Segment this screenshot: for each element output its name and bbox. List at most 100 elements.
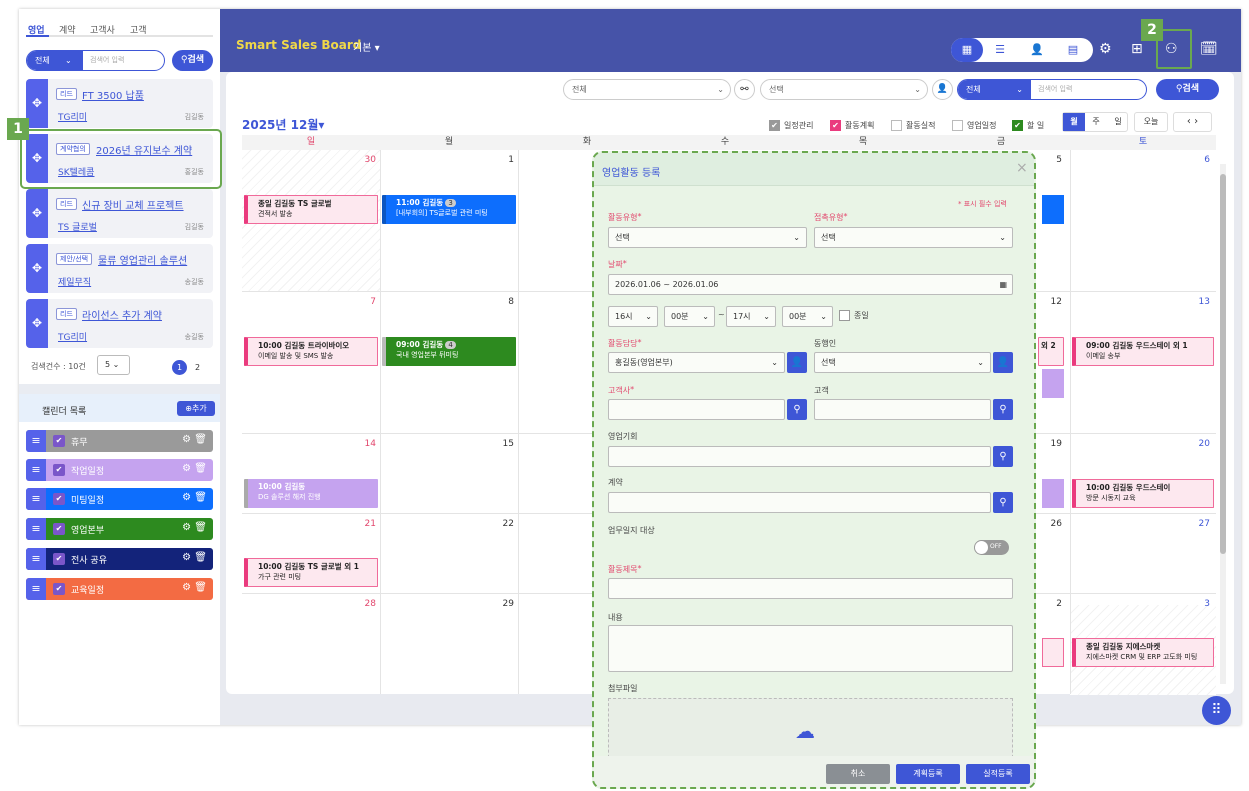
checkbox[interactable]: ✔ <box>53 464 65 476</box>
date-cell[interactable]: 19 <box>1042 439 1062 449</box>
lead-title[interactable]: 물류 영업관리 솔루션 <box>98 252 187 267</box>
checkbox[interactable]: ✔ <box>53 553 65 565</box>
date-cell[interactable]: 15 <box>494 439 514 449</box>
page-size-select[interactable]: 5 ⌄ <box>97 355 130 375</box>
min-from-select[interactable]: 00분 ⌄ <box>664 306 715 327</box>
close-icon[interactable]: × <box>1016 160 1028 176</box>
content-textarea[interactable] <box>608 625 1013 672</box>
date-cell[interactable]: 8 <box>494 297 514 307</box>
date-cell[interactable]: 29 <box>494 599 514 609</box>
checkbox[interactable]: ✔ <box>53 435 65 447</box>
filter-activity-plan[interactable]: ✔ 활동계획 <box>830 120 874 131</box>
owner-select[interactable]: 홍길동(영업본부) ⌄ <box>608 352 785 373</box>
checkbox[interactable]: ✔ <box>53 583 65 595</box>
lead-card[interactable]: ✥ 리드 FT 3500 납품 TG리미 김길동 <box>26 79 213 128</box>
event[interactable]: 10:00 김길동 DG 솔루션 해저 진행 <box>244 479 378 508</box>
user-icon[interactable]: 👤 <box>787 352 807 373</box>
today-button[interactable]: 오늘 <box>1134 112 1168 132</box>
date-cell[interactable]: 2 <box>1042 599 1062 609</box>
lead-company[interactable]: TG리미 <box>58 330 87 343</box>
scrollbar[interactable] <box>1220 164 1226 684</box>
date-cell[interactable]: 20 <box>1190 439 1210 449</box>
search-button[interactable]: ⚲검색 <box>172 50 213 71</box>
org-tree-icon[interactable]: ⚯ <box>734 79 755 100</box>
event[interactable]: 10:00 김길동 트라이바이오 이메일 발송 및 SMS 발송 <box>244 337 378 366</box>
lead-card[interactable]: ✥ 제안/선택 물류 영업관리 솔루션 제일무직 송길동 <box>26 244 213 293</box>
file-dropzone[interactable]: ☁ <box>608 698 1013 763</box>
lookup-icon[interactable]: ⚲ <box>993 399 1013 420</box>
event[interactable]: 10:00 김길동 우드스테이 방문 시동지 교육 <box>1072 479 1214 508</box>
apps-grid-icon[interactable]: ⠿ <box>1202 696 1231 725</box>
lead-title[interactable]: 신규 장비 교체 프로젝트 <box>82 197 184 212</box>
user-icon[interactable]: 👤 <box>993 352 1013 373</box>
event[interactable]: 외 2 <box>1038 337 1064 366</box>
user-icon[interactable]: 👤 <box>932 79 953 100</box>
calendar-item[interactable]: ≡ ✔ 작업일정 ⚙ 🗑 <box>26 459 213 481</box>
filter-todo[interactable]: ✔ 할 일 <box>1012 120 1044 131</box>
hour-from-select[interactable]: 16시 ⌄ <box>608 306 658 327</box>
event[interactable]: 종일 김길동 지에스마켓 지에스마켓 CRM 및 ERP 고도화 미팅 <box>1072 638 1214 667</box>
search-input[interactable]: 검색어 입력 <box>90 55 124 65</box>
month-view-button[interactable]: 월 <box>1063 113 1085 131</box>
month-dropdown[interactable]: 2025년 12월▾ <box>242 116 324 133</box>
filter-schedule[interactable]: ✔ 일정관리 <box>769 120 813 131</box>
event[interactable]: 11:00 김길동 3 [내부회의] TS글로벌 관련 미팅 <box>382 195 516 224</box>
lead-card[interactable]: ✥ 리드 신규 장비 교체 프로젝트 TS 글로벌 김길동 <box>26 189 213 238</box>
date-range-input[interactable]: 2026.01.06 ~ 2026.01.06 ▦ <box>608 274 1013 295</box>
lead-title[interactable]: 라이선스 추가 계약 <box>82 307 162 322</box>
user-select[interactable]: 선택 ⌄ <box>760 79 928 100</box>
week-view-button[interactable]: 주 <box>1085 113 1107 131</box>
client-input[interactable] <box>814 399 991 420</box>
org-select[interactable]: 전체 ⌄ <box>563 79 731 100</box>
add-calendar-button[interactable]: ⊕추가 <box>177 401 215 416</box>
lead-company[interactable]: TG리미 <box>58 110 87 123</box>
calendar-add-icon[interactable]: 🗓 <box>1200 41 1218 57</box>
event[interactable] <box>1042 638 1064 667</box>
calendar-search-input[interactable]: 검색어 입력 <box>1038 80 1072 99</box>
add-event-icon[interactable]: ⊞ <box>1131 41 1143 57</box>
min-to-select[interactable]: 00분 ⌄ <box>782 306 833 327</box>
calendar-item[interactable]: ≡ ✔ 미팅일정 ⚙ 🗑 <box>26 488 213 510</box>
event[interactable]: 종일 김길동 TS 글로벌 견적서 발송 <box>244 195 378 224</box>
date-cell[interactable]: 21 <box>356 519 376 529</box>
plan-register-button[interactable]: 계획등록 <box>896 764 960 784</box>
event[interactable] <box>1042 369 1064 398</box>
prev-next-icon[interactable]: ‹ › <box>1173 112 1212 132</box>
event[interactable]: 10:00 김길동 TS 글로벌 외 1 가구 관련 미팅 <box>244 558 378 587</box>
checkbox[interactable]: ✔ <box>53 523 65 535</box>
lead-company[interactable]: 제일무직 <box>58 275 91 288</box>
calendar-item[interactable]: ≡ ✔ 영업본부 ⚙ 🗑 <box>26 518 213 540</box>
date-cell[interactable]: 14 <box>356 439 376 449</box>
calendar-item[interactable]: ≡ ✔ 교육일정 ⚙ 🗑 <box>26 578 213 600</box>
scope-select[interactable]: 전체 ⌄ <box>958 80 1031 99</box>
checkbox[interactable]: ✔ <box>53 493 65 505</box>
result-register-button[interactable]: 실적등록 <box>966 764 1030 784</box>
contract-input[interactable] <box>608 492 991 513</box>
lead-company[interactable]: TS 글로벌 <box>58 220 97 233</box>
list-view-icon[interactable]: ☰ <box>984 38 1016 62</box>
mode-dropdown[interactable]: 기본 ▾ <box>353 39 380 54</box>
settings-icon[interactable]: ⚙ <box>1099 41 1112 57</box>
date-cell[interactable]: 12 <box>1042 297 1062 307</box>
calendar-item[interactable]: ≡ ✔ 휴무 ⚙ 🗑 <box>26 430 213 452</box>
activity-type-select[interactable]: 선택 ⌄ <box>608 227 807 248</box>
user-view-icon[interactable]: 👤 <box>1021 38 1053 62</box>
journal-toggle[interactable]: OFF <box>974 540 1009 555</box>
lookup-icon[interactable]: ⚲ <box>993 492 1013 513</box>
contact-type-select[interactable]: 선택 ⌄ <box>814 227 1013 248</box>
page-1[interactable]: 1 <box>172 360 187 375</box>
date-cell[interactable]: 28 <box>356 599 376 609</box>
client-company-input[interactable] <box>608 399 785 420</box>
date-cell[interactable]: 6 <box>1190 155 1210 165</box>
event[interactable]: 09:00 김길동 우드스테이 외 1 이메일 송부 <box>1072 337 1214 366</box>
cancel-button[interactable]: 취소 <box>826 764 890 784</box>
calendar-item[interactable]: ≡ ✔ 전사 공유 ⚙ 🗑 <box>26 548 213 570</box>
lookup-icon[interactable]: ⚲ <box>787 399 807 420</box>
date-cell[interactable]: 3 <box>1190 599 1210 609</box>
lead-card[interactable]: ✥ 리드 라이선스 추가 계약 TG리미 송길동 <box>26 299 213 348</box>
page-2[interactable]: 2 <box>195 363 200 372</box>
allday-checkbox[interactable] <box>839 310 850 321</box>
filter-activity-result[interactable]: 활동실적 <box>891 120 935 131</box>
date-cell[interactable]: 27 <box>1190 519 1210 529</box>
filter-select[interactable]: 전체 ⌄ <box>27 51 83 70</box>
